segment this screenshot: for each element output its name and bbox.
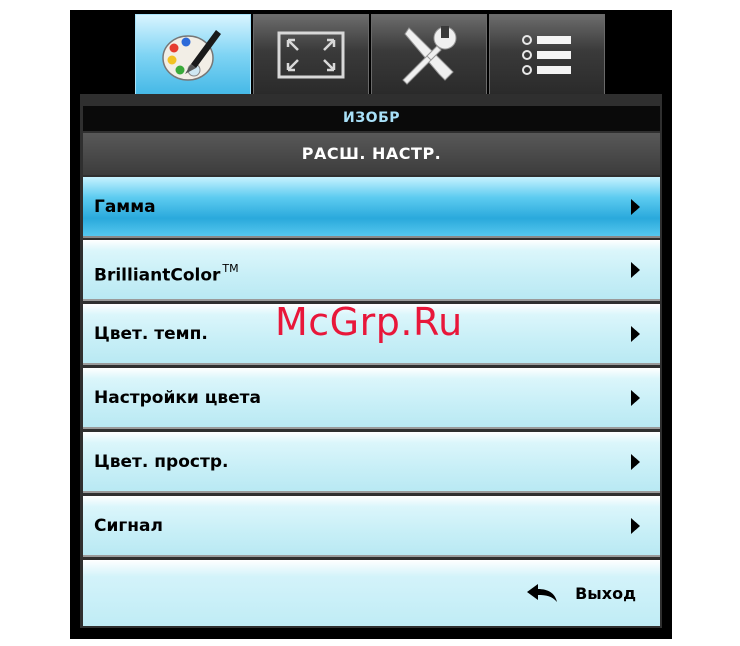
menu-item-label: BrilliantColor TM xyxy=(94,262,239,286)
menu-tabs xyxy=(135,14,606,96)
list-icon xyxy=(522,35,571,75)
palette-icon xyxy=(162,30,221,81)
menu-category: ИЗОБР xyxy=(83,106,660,131)
chevron-right-icon xyxy=(631,454,640,470)
menu-item-color-space[interactable]: Цвет. простр. xyxy=(83,432,660,493)
chevron-right-icon xyxy=(631,518,640,534)
chevron-right-icon xyxy=(631,199,640,215)
exit-button[interactable]: Выход xyxy=(575,584,636,603)
watermark-text: McGrp.Ru xyxy=(275,300,463,344)
display-resize-icon xyxy=(277,31,345,79)
tools-icon xyxy=(402,26,457,85)
menu-item-label: Цвет. темп. xyxy=(94,324,208,344)
menu-item-signal[interactable]: Сигнал xyxy=(83,496,660,557)
trademark-mark: TM xyxy=(222,262,239,275)
menu-item-label: Цвет. простр. xyxy=(94,452,229,472)
menu-item-gamma[interactable]: Гамма xyxy=(83,177,660,238)
chevron-right-icon xyxy=(631,262,640,278)
tab-image[interactable] xyxy=(135,14,251,96)
back-arrow-icon xyxy=(527,584,557,602)
tab-display[interactable] xyxy=(253,14,369,96)
tab-options[interactable] xyxy=(489,14,605,96)
menu-item-color-settings[interactable]: Настройки цвета xyxy=(83,368,660,429)
chevron-right-icon xyxy=(631,390,640,406)
menu-item-label: Гамма xyxy=(94,197,156,217)
chevron-right-icon xyxy=(631,326,640,342)
tab-setup[interactable] xyxy=(371,14,487,96)
menu-footer: Выход xyxy=(83,560,660,626)
menu-item-label: Настройки цвета xyxy=(94,388,261,408)
menu-item-label: Сигнал xyxy=(94,516,163,536)
menu-item-brilliantcolor[interactable]: BrilliantColor TM xyxy=(83,240,660,301)
menu-title: РАСШ. НАСТР. xyxy=(83,133,660,175)
